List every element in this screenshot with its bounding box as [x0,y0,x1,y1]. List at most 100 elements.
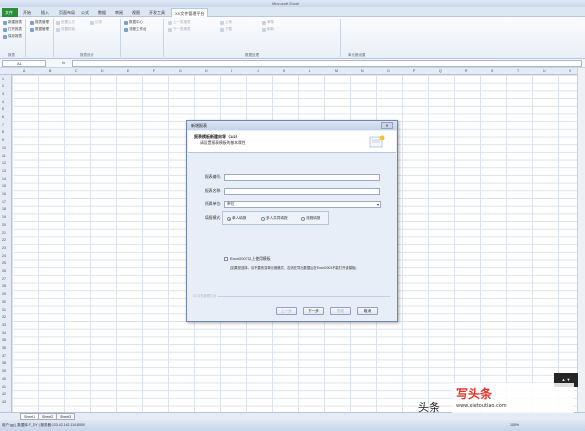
row-header[interactable]: 19 [2,215,6,219]
radio-multi[interactable]: 多人共同填报 [261,216,288,221]
row-header[interactable]: 12 [2,161,6,165]
column-header[interactable]: U [543,69,546,73]
column-header[interactable]: N [361,69,364,73]
row-header[interactable]: 9 [2,138,4,142]
row-header[interactable]: 2 [2,84,4,88]
column-header[interactable]: A [23,69,25,73]
row-header[interactable]: 1 [2,77,4,81]
row-header[interactable]: 7 [2,123,4,127]
radio-single[interactable]: 单人填报 [227,216,246,221]
tab-data[interactable]: 数据 [95,8,109,17]
column-header[interactable]: V [569,69,571,73]
column-header[interactable]: S [491,69,493,73]
row-header[interactable]: 39 [2,369,6,373]
row-header[interactable]: 3 [2,92,4,96]
tab-file[interactable]: 文件 [2,8,18,17]
column-header[interactable]: K [283,69,285,73]
column-header[interactable]: O [387,69,390,73]
row-header[interactable]: 38 [2,361,6,365]
download-button[interactable]: 下载 [220,27,232,32]
unit-select[interactable]: 单位 ▾ [224,201,381,208]
set-check-button[interactable]: 设置校验 [56,27,75,32]
row-header[interactable]: 34 [2,331,6,335]
ribbon-dim-item-1[interactable]: 记录 [90,20,102,25]
excel2007-checkbox[interactable] [224,257,228,261]
data-manage-button[interactable]: 数据管理 [30,27,49,32]
prev-button[interactable]: 上一步 [276,307,297,315]
next-report-button[interactable]: 下一张报表 [168,27,191,32]
set-formula-button[interactable]: 设置公式 [56,20,75,25]
data-center-button[interactable]: 数据中心 [124,20,143,25]
row-header[interactable]: 40 [2,377,6,381]
column-header[interactable]: E [127,69,129,73]
sheet-tab-1[interactable]: Sheet1 [20,413,40,420]
row-header[interactable]: 8 [2,130,4,134]
save-report-button[interactable]: 保存报表 [3,34,22,39]
row-header[interactable]: 31 [2,308,6,312]
upload-button[interactable]: 上传 [220,20,232,25]
row-header[interactable]: 42 [2,392,6,396]
column-header[interactable]: Q [439,69,442,73]
cancel-button[interactable]: 取消 [357,307,378,315]
finish-button[interactable]: 完成 [330,307,351,315]
row-header[interactable]: 20 [2,223,6,227]
tab-insert[interactable]: 插入 [38,8,52,17]
row-header[interactable]: 15 [2,184,6,188]
open-report-button[interactable]: 打开报表 [3,27,22,32]
flow-button[interactable]: 流程工作台 [124,27,147,32]
zoom-level[interactable]: 100% [510,423,519,427]
row-header[interactable]: 14 [2,177,6,181]
column-header[interactable]: L [309,69,311,73]
next-button[interactable]: 下一步 [303,307,324,315]
row-header[interactable]: 33 [2,323,6,327]
prev-report-button[interactable]: 上一张报表 [168,20,191,25]
vertical-scrollbar[interactable] [577,68,585,412]
sheet-tab-2[interactable]: Sheet2 [38,413,58,420]
column-header[interactable]: T [517,69,519,73]
report-manage-button[interactable]: 报表管理 [30,20,49,25]
row-header[interactable]: 35 [2,338,6,342]
column-header[interactable]: F [153,69,155,73]
row-header[interactable]: 5 [2,107,4,111]
row-header[interactable]: 11 [2,154,6,158]
report-code-input[interactable] [224,174,380,181]
report-name-input[interactable] [224,188,380,195]
row-header[interactable]: 21 [2,231,6,235]
close-icon[interactable]: ✕ [381,122,393,129]
row-header[interactable]: 4 [2,100,4,104]
formula-input[interactable] [72,60,582,67]
column-header[interactable]: D [101,69,104,73]
row-header[interactable]: 37 [2,354,6,358]
row-header[interactable]: 43 [2,400,6,404]
row-header[interactable]: 13 [2,169,6,173]
row-header[interactable]: 27 [2,277,6,281]
row-header[interactable]: 6 [2,115,4,119]
row-header[interactable]: 26 [2,269,6,273]
name-box[interactable]: A1 [2,60,46,67]
refresh-button[interactable]: 刷新 [262,27,274,32]
row-header[interactable]: 28 [2,284,6,288]
column-header[interactable]: C [75,69,78,73]
column-header[interactable]: H [205,69,208,73]
row-header[interactable]: 22 [2,238,6,242]
column-header[interactable]: I [231,69,232,73]
row-header[interactable]: 18 [2,207,6,211]
tab-view[interactable]: 视图 [129,8,143,17]
row-header[interactable]: 25 [2,261,6,265]
radio-flow[interactable]: 流程填报 [301,216,320,221]
fx-icon[interactable]: fx [62,60,65,65]
row-header[interactable]: 30 [2,300,6,304]
row-header[interactable]: 32 [2,315,6,319]
tab-developer[interactable]: 开发工具 [146,8,168,17]
column-header[interactable]: G [179,69,182,73]
column-header[interactable]: M [335,69,338,73]
row-header[interactable]: 17 [2,200,6,204]
column-header[interactable]: B [49,69,51,73]
tab-page-layout[interactable]: 页面布局 [56,8,78,17]
row-header[interactable]: 41 [2,385,6,389]
column-header[interactable]: R [465,69,468,73]
row-header[interactable]: 16 [2,192,6,196]
tab-home[interactable]: 开始 [20,8,34,17]
row-header[interactable]: 23 [2,246,6,250]
audit-button[interactable]: 审核 [262,20,274,25]
